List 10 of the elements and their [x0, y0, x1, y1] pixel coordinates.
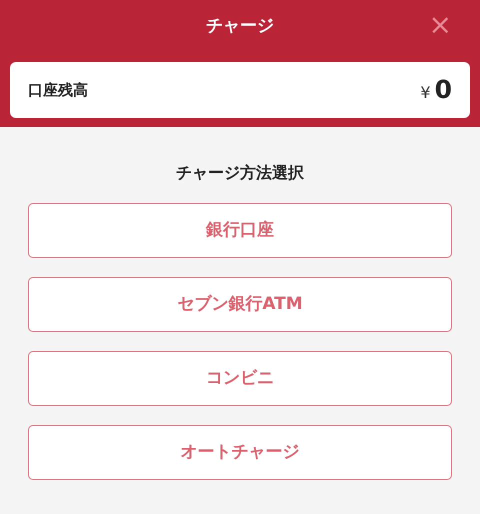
charge-method-button[interactable]: オートチャージ	[28, 425, 452, 480]
screen-title: チャージ	[206, 15, 274, 38]
charge-method-button[interactable]: 銀行口座	[28, 203, 452, 258]
charge-method-button[interactable]: コンビニ	[28, 351, 452, 406]
currency-symbol: ¥	[420, 82, 431, 104]
charge-method-button[interactable]: セブン銀行ATM	[28, 277, 452, 332]
section-title: チャージ方法選択	[175, 162, 305, 184]
balance-label: 口座残高	[28, 80, 88, 101]
balance-amount: 0	[434, 74, 452, 106]
close-button[interactable]: ×	[428, 11, 452, 39]
